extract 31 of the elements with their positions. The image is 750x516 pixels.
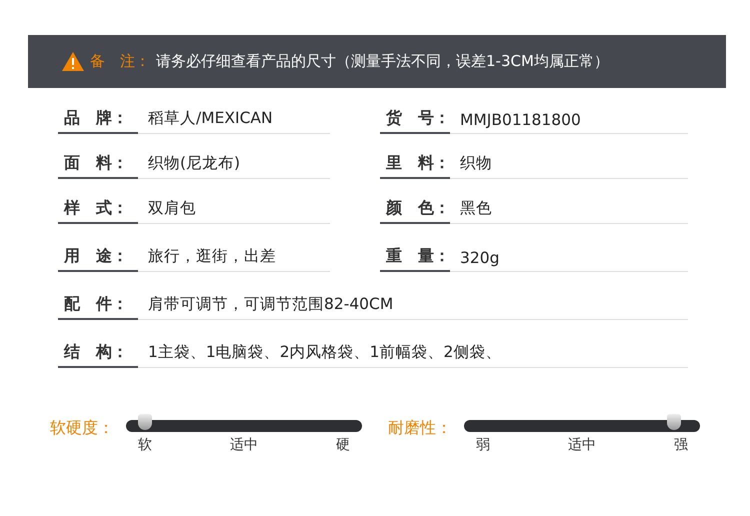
field-label: 用 途：	[58, 246, 138, 272]
field-label: 重 量：	[380, 246, 450, 272]
field-value: 黑色	[450, 198, 688, 224]
field-value: 双肩包	[138, 198, 330, 224]
field-value: MMJB01181800	[450, 111, 688, 134]
scale-label: 适中	[230, 436, 258, 454]
field-label: 配 件：	[58, 294, 138, 320]
rating-label: 软硬度：	[50, 418, 115, 439]
field-label: 颜 色：	[380, 198, 450, 224]
notice-text: 请务必仔细查看产品的尺寸（测量手法不同，误差1-3CM均属正常）	[156, 52, 609, 71]
notice-label: 备 注：	[90, 52, 150, 71]
field-label: 结 构：	[58, 342, 138, 368]
field-label: 里 料：	[380, 153, 450, 179]
field-label: 品 牌：	[58, 108, 138, 134]
field-value: 320g	[450, 249, 688, 272]
scale-label: 强	[674, 436, 688, 454]
field-label: 货 号：	[380, 108, 450, 134]
scale-label: 弱	[476, 436, 490, 454]
field-value: 稻草人/MEXICAN	[138, 108, 330, 134]
field-value: 肩带可调节，可调节范围82-40CM	[138, 294, 688, 320]
scale-label: 硬	[336, 436, 350, 454]
field-label: 样 式：	[58, 198, 138, 224]
scale-label: 软	[138, 436, 152, 454]
rating-label: 耐磨性：	[388, 418, 453, 439]
scale-label: 适中	[568, 436, 596, 454]
warning-icon	[62, 52, 84, 71]
field-value: 织物	[450, 153, 688, 179]
field-label: 面 料：	[58, 153, 138, 179]
field-value: 1主袋、1电脑袋、2内风格袋、1前幅袋、2侧袋、	[138, 342, 688, 368]
field-value: 织物(尼龙布)	[138, 153, 330, 179]
field-value: 旅行，逛街，出差	[138, 246, 330, 272]
